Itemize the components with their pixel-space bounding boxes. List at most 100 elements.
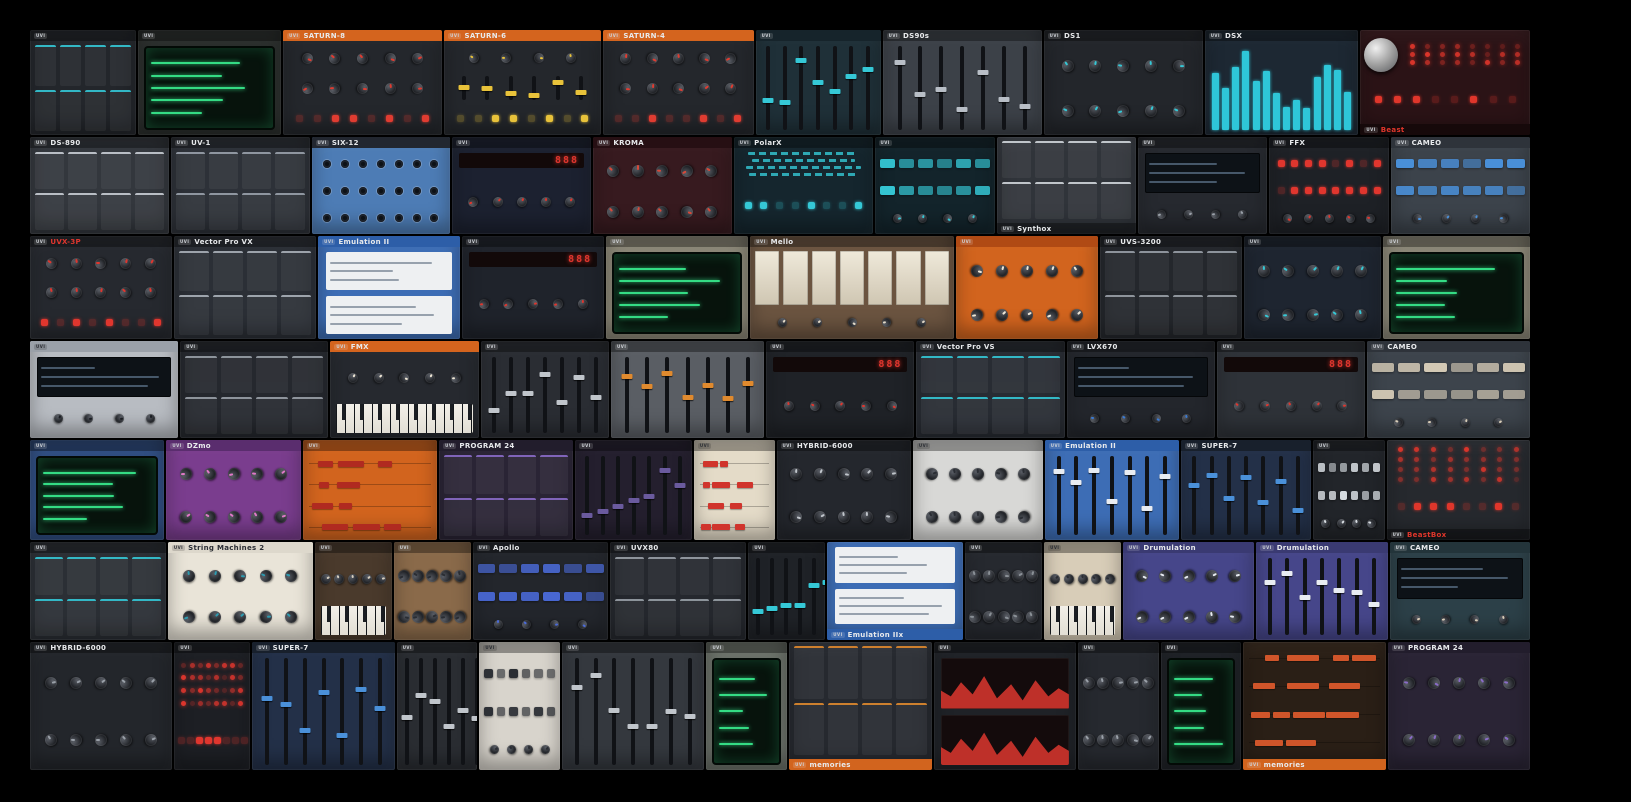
knob-icon[interactable] — [1499, 213, 1509, 223]
fader[interactable] — [1192, 456, 1196, 535]
pad-button[interactable] — [1441, 159, 1459, 168]
knob-icon[interactable] — [1080, 731, 1097, 748]
seq-block[interactable] — [703, 461, 719, 467]
plugin-tile-vector-pro-vs[interactable]: UVI Vector Pro VS — [916, 341, 1064, 438]
knob-icon[interactable] — [1353, 263, 1369, 279]
step-light-icon[interactable] — [223, 737, 230, 744]
step-light-icon[interactable] — [745, 202, 752, 209]
knob-icon[interactable] — [1104, 573, 1116, 585]
plugin-tile-untitled-5-0[interactable]: UVI — [30, 542, 166, 640]
patch-jack[interactable] — [430, 214, 438, 222]
step-light-icon[interactable] — [776, 202, 783, 209]
step-light-icon[interactable] — [154, 319, 161, 326]
knob-icon[interactable] — [1366, 518, 1377, 529]
fader[interactable] — [462, 76, 466, 100]
step-light-icon[interactable] — [1413, 96, 1420, 103]
pad-button[interactable] — [547, 707, 555, 716]
knob-icon[interactable] — [541, 196, 551, 206]
knob-icon[interactable] — [1173, 59, 1185, 71]
knob-icon[interactable] — [143, 675, 160, 692]
knob-icon[interactable] — [226, 467, 240, 481]
plugin-tile-ds1[interactable]: UVI DS1 — [1044, 30, 1203, 135]
fader[interactable] — [1303, 558, 1307, 635]
pad-button[interactable] — [1441, 186, 1459, 195]
plugin-tile-uv-1[interactable]: UVI UV-1 — [171, 137, 310, 234]
knob-icon[interactable] — [723, 51, 738, 66]
knob-icon[interactable] — [478, 298, 489, 309]
knob-icon[interactable] — [1344, 212, 1356, 224]
fader[interactable] — [543, 357, 547, 433]
knob-icon[interactable] — [273, 509, 288, 524]
seq-block[interactable] — [712, 482, 729, 488]
knob-icon[interactable] — [144, 286, 157, 299]
knob-icon[interactable] — [679, 204, 694, 219]
knob-icon[interactable] — [1306, 308, 1320, 322]
fader[interactable] — [647, 456, 651, 535]
knob-icon[interactable] — [1016, 509, 1031, 524]
step-light-icon[interactable] — [1291, 187, 1298, 194]
knob-icon[interactable] — [808, 399, 821, 412]
knob-icon[interactable] — [783, 400, 795, 412]
pad-button[interactable] — [918, 159, 933, 168]
pad-button[interactable] — [499, 592, 517, 601]
knob-icon[interactable] — [970, 308, 984, 322]
fader[interactable] — [340, 658, 344, 765]
fader[interactable] — [678, 456, 682, 535]
knob-icon[interactable] — [1087, 102, 1103, 118]
plugin-tile-untitled-6-8[interactable]: UVI — [934, 642, 1076, 770]
pad-button[interactable] — [1424, 363, 1446, 372]
patch-jack[interactable] — [341, 214, 349, 222]
fader[interactable] — [625, 357, 629, 433]
knob-icon[interactable] — [1111, 676, 1125, 690]
knob-icon[interactable] — [539, 743, 552, 756]
plugin-tile-program-24[interactable]: UVI PROGRAM 24 — [1388, 642, 1530, 770]
knob-icon[interactable] — [1310, 399, 1324, 413]
knob-icon[interactable] — [178, 508, 195, 525]
step-light-icon[interactable] — [1374, 160, 1381, 167]
step-light-icon[interactable] — [106, 319, 113, 326]
knob-icon[interactable] — [884, 467, 898, 481]
step-light-icon[interactable] — [734, 115, 741, 122]
fader[interactable] — [594, 357, 598, 433]
knob-icon[interactable] — [566, 52, 578, 64]
plugin-tile-memories[interactable]: UVI memories — [1243, 642, 1385, 770]
plugin-tile-untitled-6-4[interactable]: UVI — [479, 642, 560, 770]
fader[interactable] — [616, 456, 620, 535]
knob-icon[interactable] — [1156, 208, 1168, 220]
step-light-icon[interactable] — [350, 115, 357, 122]
step-light-icon[interactable] — [1360, 160, 1367, 167]
plugin-tile-beastbox[interactable]: UVI BeastBox — [1387, 440, 1530, 540]
knob-icon[interactable] — [1111, 732, 1126, 747]
step-light-icon[interactable] — [205, 737, 212, 744]
knob-icon[interactable] — [1204, 568, 1220, 584]
pad-button[interactable] — [899, 186, 914, 195]
seq-block[interactable] — [1293, 712, 1325, 718]
fader[interactable] — [1320, 558, 1324, 635]
plugin-tile-string-machines-2[interactable]: UVI String Machines 2 — [168, 542, 313, 640]
step-light-icon[interactable] — [1451, 96, 1458, 103]
pad-button[interactable] — [509, 707, 517, 716]
knob-icon[interactable] — [360, 572, 374, 586]
seq-block[interactable] — [712, 524, 730, 530]
step-light-icon[interactable] — [823, 202, 830, 209]
knob-icon[interactable] — [232, 609, 249, 626]
step-light-icon[interactable] — [57, 319, 64, 326]
knob-icon[interactable] — [273, 466, 290, 483]
knob-icon[interactable] — [552, 297, 564, 309]
plugin-tile-mello[interactable]: UVI Mello — [750, 236, 954, 339]
knob-icon[interactable] — [491, 195, 505, 209]
knob-icon[interactable] — [1017, 467, 1031, 481]
pad-button[interactable] — [1351, 491, 1358, 500]
fader[interactable] — [560, 357, 564, 433]
pad-button[interactable] — [534, 707, 542, 716]
patch-jack[interactable] — [395, 160, 403, 168]
step-light-icon[interactable] — [700, 115, 707, 122]
plugin-tile-untitled-2-8[interactable]: UVI — [1244, 236, 1381, 339]
plugin-tile-drumulation[interactable]: UVI Drumulation — [1256, 542, 1387, 640]
patch-jack[interactable] — [359, 214, 367, 222]
fader[interactable] — [918, 46, 922, 130]
knob-icon[interactable] — [44, 256, 59, 271]
knob-icon[interactable] — [412, 82, 424, 94]
step-light-icon[interactable] — [1509, 96, 1516, 103]
step-light-icon[interactable] — [332, 115, 339, 122]
